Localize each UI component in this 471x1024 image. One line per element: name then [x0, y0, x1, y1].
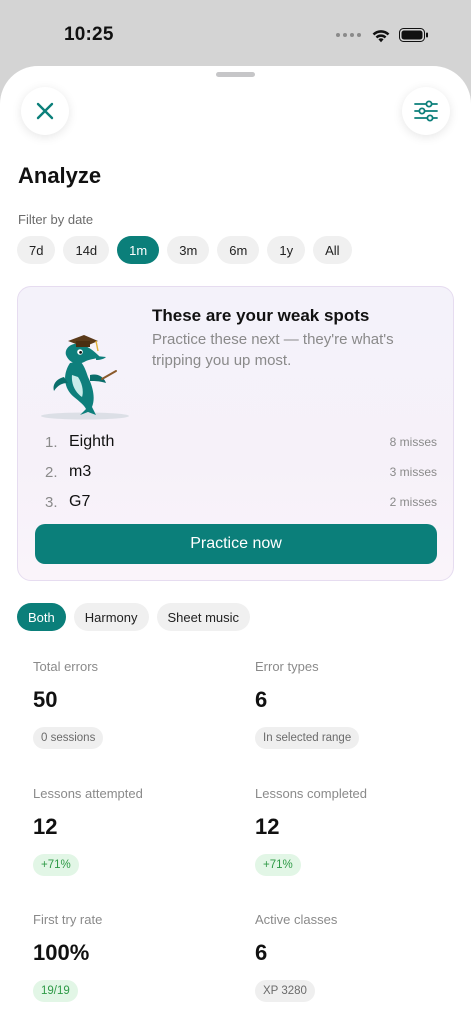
stat-first-try-rate: First try rate 100% 19/19 [33, 912, 233, 1002]
type-chip-both[interactable]: Both [17, 603, 66, 631]
weak-spot-misses: 3 misses [389, 465, 437, 479]
stat-active-classes: Active classes 6 XP 3280 [255, 912, 455, 1002]
analyze-sheet: Analyze Filter by date 7d 14d 1m 3m 6m 1… [0, 66, 471, 1024]
date-chip-7d[interactable]: 7d [17, 236, 56, 264]
stat-label: Lessons completed [255, 786, 368, 801]
stat-value: 6 [255, 687, 268, 712]
type-filter-chips: Both Harmony Sheet music [17, 603, 251, 631]
weak-spot-name: Eighth [69, 433, 115, 450]
stat-label: Total errors [33, 659, 99, 674]
weak-spot-name: G7 [69, 493, 91, 510]
weak-spot-rank: 2. [45, 463, 58, 481]
stat-badge: +71% [33, 854, 79, 876]
status-bar: 10:25 [0, 0, 471, 68]
close-button[interactable] [21, 87, 69, 135]
status-icons [336, 24, 429, 46]
date-filter-chips: 7d 14d 1m 3m 6m 1y All [17, 236, 352, 264]
stat-label: Lessons attempted [33, 786, 143, 801]
close-icon [36, 102, 54, 120]
sheet-grabber[interactable] [216, 72, 255, 77]
cellular-signal-icon [336, 33, 361, 37]
stat-value: 6 [255, 940, 268, 965]
date-filter-label: Filter by date [18, 212, 94, 227]
stat-badge: 0 sessions [33, 727, 104, 749]
stat-value: 100% [33, 940, 90, 965]
weak-spots-title: These are your weak spots [152, 306, 370, 325]
stat-value: 12 [33, 814, 58, 839]
weak-spots-card: These are your weak spots Practice these… [17, 286, 454, 581]
type-chip-harmony[interactable]: Harmony [73, 603, 149, 631]
stat-badge: XP 3280 [255, 980, 315, 1002]
weak-spot-rank: 3. [45, 493, 58, 511]
filter-settings-button[interactable] [402, 87, 450, 135]
date-chip-1m[interactable]: 1m [117, 236, 160, 264]
weak-spot-item[interactable]: 2. m3 3 misses [45, 461, 437, 483]
stat-badge: 19/19 [33, 980, 78, 1002]
weak-spot-rank: 1. [45, 433, 58, 451]
date-chip-6m[interactable]: 6m [217, 236, 260, 264]
weak-spot-item[interactable]: 3. G7 2 misses [45, 491, 437, 513]
stat-badge: +71% [255, 854, 301, 876]
stat-label: Active classes [255, 912, 338, 927]
weak-spot-misses: 2 misses [389, 495, 437, 509]
stat-error-types: Error types 6 In selected range [255, 659, 455, 749]
weak-spot-item[interactable]: 1. Eighth 8 misses [45, 431, 437, 453]
stat-label: First try rate [33, 912, 103, 927]
battery-icon [399, 28, 428, 42]
weak-spots-subtitle: Practice these next — they're what's tri… [152, 331, 394, 369]
stat-value: 50 [33, 687, 58, 712]
stat-value: 12 [255, 814, 280, 839]
type-chip-sheet-music[interactable]: Sheet music [156, 603, 251, 631]
stat-label: Error types [255, 659, 319, 674]
date-chip-3m[interactable]: 3m [167, 236, 210, 264]
weak-spot-misses: 8 misses [389, 435, 437, 449]
stat-lessons-attempted: Lessons attempted 12 +71% [33, 786, 233, 876]
stat-lessons-completed: Lessons completed 12 +71% [255, 786, 455, 876]
page-title: Analyze [18, 163, 102, 188]
stat-badge: In selected range [255, 727, 360, 749]
practice-now-button[interactable]: Practice now [35, 524, 437, 564]
sliders-icon [414, 100, 438, 122]
date-chip-14d[interactable]: 14d [63, 236, 110, 264]
weak-spot-name: m3 [69, 463, 92, 480]
wifi-icon [372, 29, 390, 42]
stat-total-errors: Total errors 50 0 sessions [33, 659, 233, 749]
date-chip-1y[interactable]: 1y [267, 236, 306, 264]
status-time: 10:25 [64, 24, 114, 45]
date-chip-all[interactable]: All [313, 236, 352, 264]
dolphin-mascot-illustration [41, 335, 129, 420]
